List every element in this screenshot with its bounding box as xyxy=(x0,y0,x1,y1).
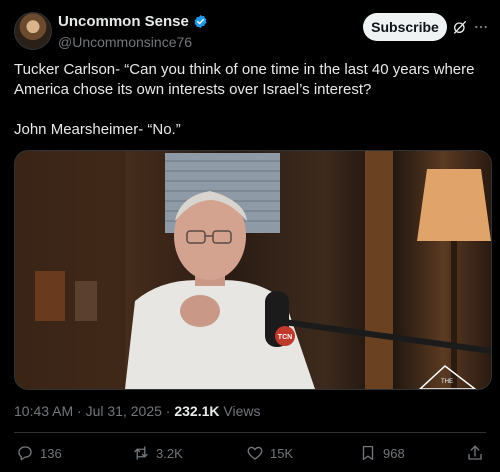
repost-icon xyxy=(134,446,148,460)
divider xyxy=(14,432,486,433)
person-hand xyxy=(180,295,220,327)
watermark-label: THE xyxy=(441,379,453,385)
bookmark-count: 968 xyxy=(383,445,405,461)
heart-icon xyxy=(247,446,263,460)
action-bar: 136 3.2K 15K 968 xyxy=(14,444,486,466)
author-handle[interactable]: @Uncommonsince76 xyxy=(58,34,208,50)
mic-badge-label: TCN xyxy=(278,334,292,341)
share-button[interactable] xyxy=(466,444,484,462)
tweet-header: Uncommon Sense @Uncommonsince76 Subscrib… xyxy=(14,10,487,50)
reply-button[interactable]: 136 xyxy=(16,444,62,462)
lamp-shade xyxy=(417,169,491,241)
author-display-name-row[interactable]: Uncommon Sense xyxy=(58,13,208,30)
watermark: THE xyxy=(418,365,477,389)
like-button[interactable]: 15K xyxy=(246,444,293,462)
reply-icon xyxy=(18,446,32,461)
video-frame: TCN THE xyxy=(15,151,491,389)
views-label: Views xyxy=(223,403,261,419)
bookmark-button[interactable]: 968 xyxy=(359,444,405,462)
meta-separator: · xyxy=(73,403,86,419)
shelf-object xyxy=(35,271,65,321)
repost-button[interactable]: 3.2K xyxy=(132,444,183,462)
tweet-metadata: 10:43 AM · Jul 31, 2025 · 232.1K Views xyxy=(14,403,261,419)
shelf-object xyxy=(75,281,97,321)
tweet-date[interactable]: Jul 31, 2025 xyxy=(86,403,162,419)
like-count: 15K xyxy=(270,445,294,461)
video-player[interactable]: TCN THE xyxy=(14,150,492,390)
meta-separator: · xyxy=(161,403,175,419)
reply-count: 136 xyxy=(40,445,62,461)
more-options-icon[interactable] xyxy=(472,19,490,35)
tweet-paragraph: Tucker Carlson- “Can you think of one ti… xyxy=(14,61,475,98)
repost-count: 3.2K xyxy=(156,445,183,461)
bookmark-icon xyxy=(362,445,374,461)
bookshelf xyxy=(15,151,125,389)
author-display-name[interactable]: Uncommon Sense xyxy=(58,13,189,30)
tweet-paragraph: John Mearsheimer- “No.” xyxy=(14,121,181,138)
subscribe-button[interactable]: Subscribe xyxy=(363,13,447,41)
avatar[interactable] xyxy=(14,12,52,50)
grok-icon[interactable] xyxy=(452,19,468,35)
lamp-stand xyxy=(451,241,457,389)
tweet-text: Tucker Carlson- “Can you think of one ti… xyxy=(14,60,484,140)
share-icon xyxy=(468,445,482,460)
views-count: 232.1K xyxy=(174,403,220,419)
wood-post xyxy=(365,151,393,389)
author-info: Uncommon Sense @Uncommonsince76 xyxy=(58,13,208,50)
verified-badge-icon xyxy=(194,14,207,29)
tweet-time[interactable]: 10:43 AM xyxy=(14,403,73,419)
